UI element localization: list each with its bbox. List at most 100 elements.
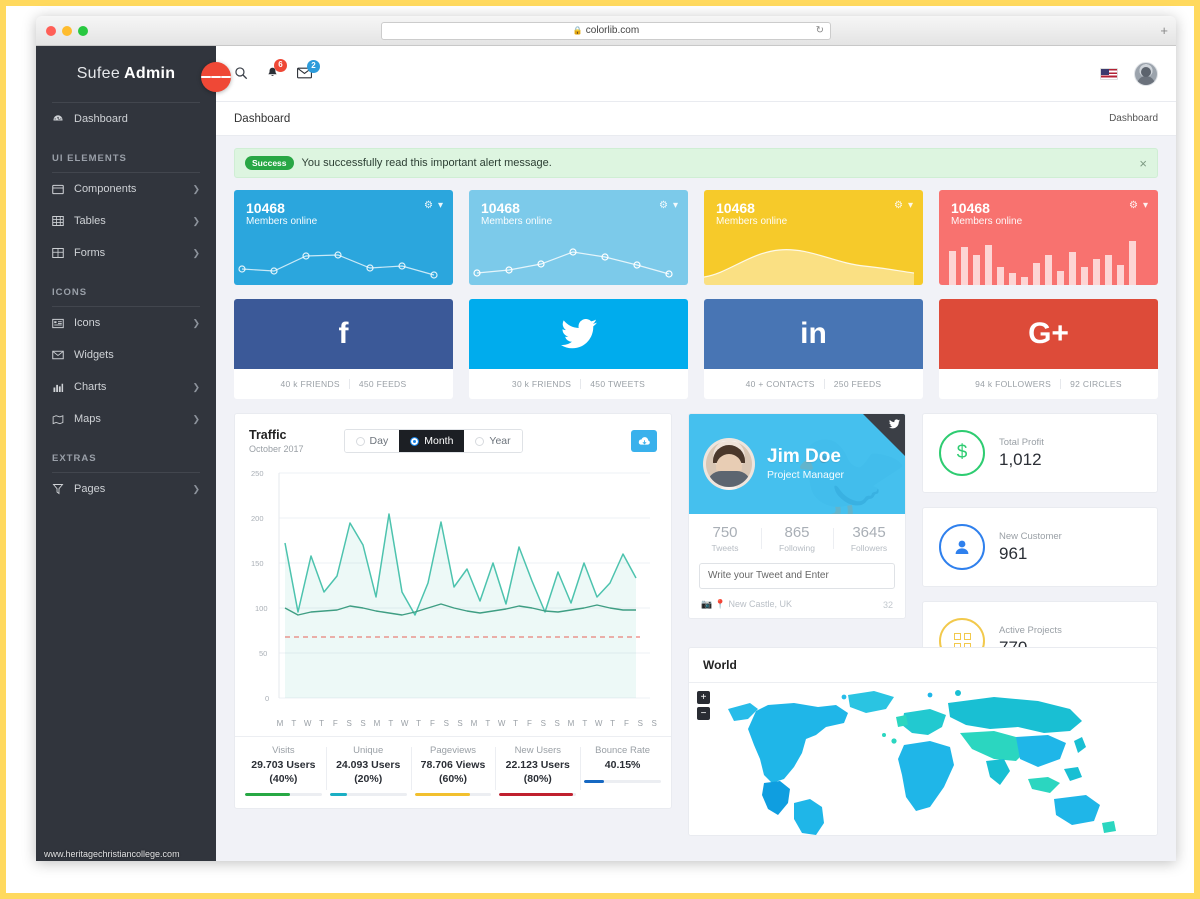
us-flag-icon[interactable] — [1100, 67, 1118, 80]
sidebar-item-label: Dashboard — [74, 113, 128, 125]
window-controls[interactable] — [46, 25, 88, 36]
sidebar-item-label: Maps — [74, 413, 101, 425]
browser-titlebar: 🔒 colorlib.com ↻ + — [36, 16, 1176, 46]
mini-stat-title: New Customer — [999, 530, 1062, 542]
social-card-googleplus[interactable]: G+ 94 k FOLLOWERS 92 CIRCLES — [939, 299, 1158, 399]
x-tick: W — [594, 719, 603, 728]
chevron-right-icon: ❯ — [192, 215, 200, 226]
stat-card-members-3[interactable]: 10468 Members online ⚙ ▾ — [704, 190, 923, 285]
card-tools[interactable]: ⚙ ▾ — [659, 200, 678, 211]
stat-card-members-1[interactable]: 10468 Members online ⚙ ▾ — [234, 190, 453, 285]
chevron-right-icon: ❯ — [192, 381, 200, 392]
twitter-icon[interactable] — [469, 299, 688, 369]
linkedin-icon[interactable]: in — [704, 299, 923, 369]
sidebar-item-icons[interactable]: Icons ❯ — [36, 307, 216, 339]
camera-icon[interactable]: 📷 — [701, 599, 712, 609]
tweet-input[interactable] — [699, 563, 895, 589]
hamburger-icon[interactable] — [201, 62, 231, 92]
gear-icon[interactable]: ⚙ — [659, 200, 668, 211]
card-tools[interactable]: ⚙ ▾ — [1129, 200, 1148, 211]
sidebar-item-charts[interactable]: Charts ❯ — [36, 371, 216, 403]
search-icon[interactable] — [234, 66, 248, 82]
maximize-window-button[interactable] — [78, 25, 88, 36]
caret-down-icon[interactable]: ▾ — [438, 200, 443, 211]
zoom-out-icon[interactable]: − — [697, 707, 710, 721]
plus-icon[interactable]: + — [1160, 23, 1168, 38]
chevron-right-icon: ❯ — [192, 483, 200, 494]
twitter-icon[interactable] — [889, 419, 900, 432]
map-canvas[interactable]: + − — [689, 683, 1157, 836]
google-plus-icon[interactable]: G+ — [939, 299, 1158, 369]
stat-card-wrapper: 10468 Members online ⚙ ▾ — [704, 190, 923, 285]
period-toggle-group[interactable]: Day Month Year — [343, 429, 523, 453]
sidebar-item-pages[interactable]: Pages ❯ — [36, 473, 216, 505]
minimize-window-button[interactable] — [62, 25, 72, 36]
sidebar-item-label: Widgets — [74, 349, 114, 361]
user-icon — [939, 524, 985, 570]
watermark: www.heritagechristiancollege.com — [44, 849, 180, 859]
stat-card-wrapper: 10468 Members online ⚙ ▾ — [939, 190, 1158, 285]
card-tools[interactable]: ⚙ ▾ — [424, 200, 443, 211]
stat-number: 10468 — [481, 200, 520, 216]
sidebar-item-tables[interactable]: Tables ❯ — [36, 205, 216, 237]
app-viewport: Sufee Admin Dashboard UI ELEMENTS Compon… — [36, 46, 1176, 861]
stat-card-members-2[interactable]: 10468 Members online ⚙ ▾ — [469, 190, 688, 285]
sidebar-item-dashboard[interactable]: Dashboard — [36, 103, 216, 135]
gear-icon[interactable]: ⚙ — [424, 200, 433, 211]
close-window-button[interactable] — [46, 25, 56, 36]
facebook-icon[interactable]: f — [234, 299, 453, 369]
mini-stat-total-profit[interactable]: $ Total Profit 1,012 — [922, 413, 1158, 493]
period-label: Year — [489, 435, 511, 447]
period-month-button[interactable]: Month — [399, 430, 465, 452]
caret-down-icon[interactable]: ▾ — [673, 200, 678, 211]
traffic-chart: 250 200 150 100 50 0 — [235, 458, 671, 717]
social-stats: 40 + CONTACTS 250 FEEDS — [704, 369, 923, 399]
stat-value: 78.706 Views (60%) — [420, 758, 486, 785]
sidebar-item-label: Pages — [74, 483, 106, 495]
location-text: New Castle, UK — [728, 599, 792, 609]
zoom-in-icon[interactable]: + — [697, 691, 710, 705]
reload-icon[interactable]: ↻ — [816, 25, 824, 36]
profile-stat-tweets: 750 Tweets — [689, 524, 761, 553]
avatar[interactable] — [1134, 61, 1158, 86]
progress-bar — [499, 793, 577, 797]
social-card-linkedin[interactable]: in 40 + CONTACTS 250 FEEDS — [704, 299, 923, 399]
profile-stats: 750 Tweets 865 Following 3645 Followers — [689, 514, 905, 563]
stat-number: 10468 — [951, 200, 990, 216]
bell-icon[interactable]: 6 — [266, 58, 287, 82]
social-stat-2: 450 FEEDS — [348, 379, 416, 389]
map-zoom-controls[interactable]: + − — [697, 691, 710, 723]
mail-icon[interactable]: 2 — [297, 59, 320, 81]
icons-icon — [52, 318, 74, 329]
social-card-twitter[interactable]: 30 k FRIENDS 450 TWEETS — [469, 299, 688, 399]
sidebar-item-label: Icons — [74, 317, 101, 329]
social-card-facebook[interactable]: f 40 k FRIENDS 450 FEEDS — [234, 299, 453, 399]
sidebar-item-components[interactable]: Components ❯ — [36, 173, 216, 205]
sidebar-section-ui-elements: UI ELEMENTS — [52, 153, 127, 164]
period-day-button[interactable]: Day — [344, 430, 400, 452]
period-year-button[interactable]: Year — [464, 430, 522, 452]
gear-icon[interactable]: ⚙ — [1129, 200, 1138, 211]
brand-name-bold: Admin — [124, 65, 176, 82]
mini-stat-new-customer[interactable]: New Customer 961 — [922, 507, 1158, 587]
social-stats: 40 k FRIENDS 450 FEEDS — [234, 369, 453, 399]
location-pin-icon[interactable]: 📍 — [715, 599, 726, 609]
gear-icon[interactable]: ⚙ — [894, 200, 903, 211]
cloud-download-icon[interactable] — [631, 430, 657, 452]
sidebar-item-maps[interactable]: Maps ❯ — [36, 403, 216, 435]
caret-down-icon[interactable]: ▾ — [1143, 200, 1148, 211]
card-tools[interactable]: ⚙ ▾ — [894, 200, 913, 211]
sidebar-item-widgets[interactable]: Widgets — [36, 339, 216, 371]
close-icon[interactable]: × — [1139, 156, 1147, 171]
stat-card-members-4[interactable]: 10468 Members online ⚙ ▾ — [939, 190, 1158, 285]
caret-down-icon[interactable]: ▾ — [908, 200, 913, 211]
traffic-subtitle: October 2017 — [249, 444, 304, 454]
brand-logo[interactable]: Sufee Admin — [36, 46, 216, 102]
tweet-location[interactable]: 📷 📍 New Castle, UK — [701, 599, 883, 610]
mini-stat-value: 1,012 — [999, 449, 1042, 469]
address-bar[interactable]: 🔒 colorlib.com ↻ — [381, 21, 831, 40]
stat-label: New Users — [514, 745, 562, 756]
social-stat-1: 94 k FOLLOWERS — [975, 379, 1052, 389]
sidebar-item-forms[interactable]: Forms ❯ — [36, 237, 216, 269]
tweet-meta: 📷 📍 New Castle, UK 32 — [699, 594, 895, 610]
